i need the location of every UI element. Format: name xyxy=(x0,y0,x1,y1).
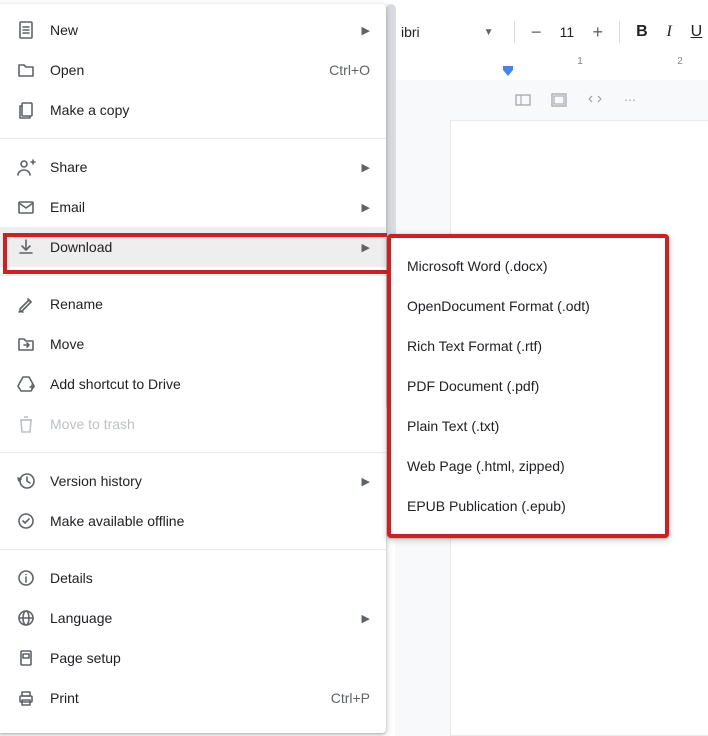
download-option-label: Rich Text Format (.rtf) xyxy=(407,338,542,354)
pencil-icon xyxy=(16,294,36,314)
menu-item-label: Add shortcut to Drive xyxy=(50,376,370,392)
italic-button[interactable]: I xyxy=(658,19,681,45)
chevron-right-icon: ▶ xyxy=(362,612,370,625)
menu-item-label: Make a copy xyxy=(50,102,370,118)
globe-icon xyxy=(16,608,36,628)
chevron-right-icon: ▶ xyxy=(362,201,370,214)
menu-item-print[interactable]: Print Ctrl+P xyxy=(0,678,386,718)
info-icon xyxy=(16,568,36,588)
download-option-1[interactable]: OpenDocument Format (.odt) xyxy=(391,286,665,326)
formatting-toolbar: ibri ▼ − 11 + B I U xyxy=(395,14,708,50)
person-plus-icon xyxy=(16,157,36,177)
copy-icon xyxy=(16,100,36,120)
menu-item-label: Language xyxy=(50,610,348,626)
file-menu: New▶OpenCtrl+OMake a copyShare▶Email▶Dow… xyxy=(0,4,386,733)
page-setup-icon xyxy=(16,648,36,668)
download-option-label: Microsoft Word (.docx) xyxy=(407,258,548,274)
menu-item-label: Share xyxy=(50,159,348,175)
trash-icon xyxy=(16,414,36,434)
menu-item-label: Version history xyxy=(50,473,348,489)
ruler-tick: 2 xyxy=(655,56,705,67)
menu-separator xyxy=(0,275,386,276)
chevron-down-icon[interactable]: ▼ xyxy=(484,27,494,38)
menu-item-label: Email xyxy=(50,199,348,215)
menu-item-label: New xyxy=(50,22,348,38)
download-option-5[interactable]: Web Page (.html, zipped) xyxy=(391,446,665,486)
indent-marker-icon[interactable] xyxy=(503,66,513,76)
toolbar-separator xyxy=(619,21,620,43)
toolbar-separator xyxy=(514,21,515,43)
menu-item-rename[interactable]: Rename xyxy=(0,284,386,324)
menu-item-move-trash: Move to trash xyxy=(0,404,386,444)
download-option-4[interactable]: Plain Text (.txt) xyxy=(391,406,665,446)
menu-item-label: Page setup xyxy=(50,650,370,666)
download-option-6[interactable]: EPUB Publication (.epub) xyxy=(391,486,665,526)
menu-item-email[interactable]: Email ▶ xyxy=(0,187,386,227)
folder-icon xyxy=(16,60,36,80)
download-option-label: EPUB Publication (.epub) xyxy=(407,498,566,514)
menu-item-make-copy[interactable]: Make a copy xyxy=(0,90,386,130)
bold-button[interactable]: B xyxy=(630,19,653,45)
menu-item-page-setup[interactable]: Page setup xyxy=(0,638,386,678)
history-icon xyxy=(16,471,36,491)
ruler-tick: 1 xyxy=(555,56,605,67)
menu-item-shortcut: Ctrl+O xyxy=(329,62,370,78)
menu-item-version-history[interactable]: Version history ▶ xyxy=(0,461,386,501)
download-option-3[interactable]: PDF Document (.pdf) xyxy=(391,366,665,406)
menu-item-new[interactable]: New ▶ xyxy=(0,10,386,50)
page-margin-tools: ⋯ xyxy=(515,88,639,112)
decrease-font-size-button[interactable]: − xyxy=(524,19,547,45)
menu-item-download[interactable]: Download ▶ xyxy=(0,227,386,267)
menu-item-make-offline[interactable]: Make available offline xyxy=(0,501,386,541)
underline-button[interactable]: U xyxy=(685,19,708,45)
download-submenu: Microsoft Word (.docx) OpenDocument Forma… xyxy=(387,234,669,538)
menu-item-details[interactable]: Details xyxy=(0,558,386,598)
download-option-label: Web Page (.html, zipped) xyxy=(407,458,565,474)
download-option-2[interactable]: Rich Text Format (.rtf) xyxy=(391,326,665,366)
menu-item-move[interactable]: Move xyxy=(0,324,386,364)
menu-separator xyxy=(0,549,386,550)
layout-icon[interactable] xyxy=(515,92,531,108)
drive-shortcut-icon xyxy=(16,374,36,394)
font-family-selector[interactable]: ibri xyxy=(395,20,426,44)
move-folder-icon xyxy=(16,334,36,354)
chevron-right-icon: ▶ xyxy=(362,241,370,254)
more-icon[interactable]: ⋯ xyxy=(623,92,639,108)
menu-item-label: Details xyxy=(50,570,370,586)
menu-item-label: Download xyxy=(50,239,348,255)
menu-item-add-shortcut[interactable]: Add shortcut to Drive xyxy=(0,364,386,404)
chevron-right-icon: ▶ xyxy=(362,161,370,174)
menu-item-label: Open xyxy=(50,62,315,78)
menu-item-label: Make available offline xyxy=(50,513,370,529)
menu-item-open[interactable]: Open Ctrl+O xyxy=(0,50,386,90)
download-option-label: PDF Document (.pdf) xyxy=(407,378,539,394)
print-icon xyxy=(16,688,36,708)
menu-item-language[interactable]: Language ▶ xyxy=(0,598,386,638)
menu-item-label: Move xyxy=(50,336,370,352)
menu-separator xyxy=(0,138,386,139)
menu-item-shortcut: Ctrl+P xyxy=(331,690,370,706)
image-icon[interactable] xyxy=(551,92,567,108)
download-icon xyxy=(16,237,36,257)
expand-icon[interactable] xyxy=(587,92,603,108)
horizontal-ruler[interactable]: 1 2 xyxy=(395,56,708,78)
chevron-right-icon: ▶ xyxy=(362,475,370,488)
increase-font-size-button[interactable]: + xyxy=(586,19,609,45)
mail-icon xyxy=(16,197,36,217)
file-plus-icon xyxy=(16,20,36,40)
download-option-label: OpenDocument Format (.odt) xyxy=(407,298,590,314)
menu-item-label: Move to trash xyxy=(50,416,370,432)
menu-separator xyxy=(0,452,386,453)
menu-item-share[interactable]: Share ▶ xyxy=(0,147,386,187)
download-option-label: Plain Text (.txt) xyxy=(407,418,499,434)
download-option-0[interactable]: Microsoft Word (.docx) xyxy=(391,246,665,286)
chevron-right-icon: ▶ xyxy=(362,24,370,37)
menu-item-label: Print xyxy=(50,690,317,706)
offline-icon xyxy=(16,511,36,531)
font-size-input[interactable]: 11 xyxy=(552,24,582,40)
menu-item-label: Rename xyxy=(50,296,370,312)
